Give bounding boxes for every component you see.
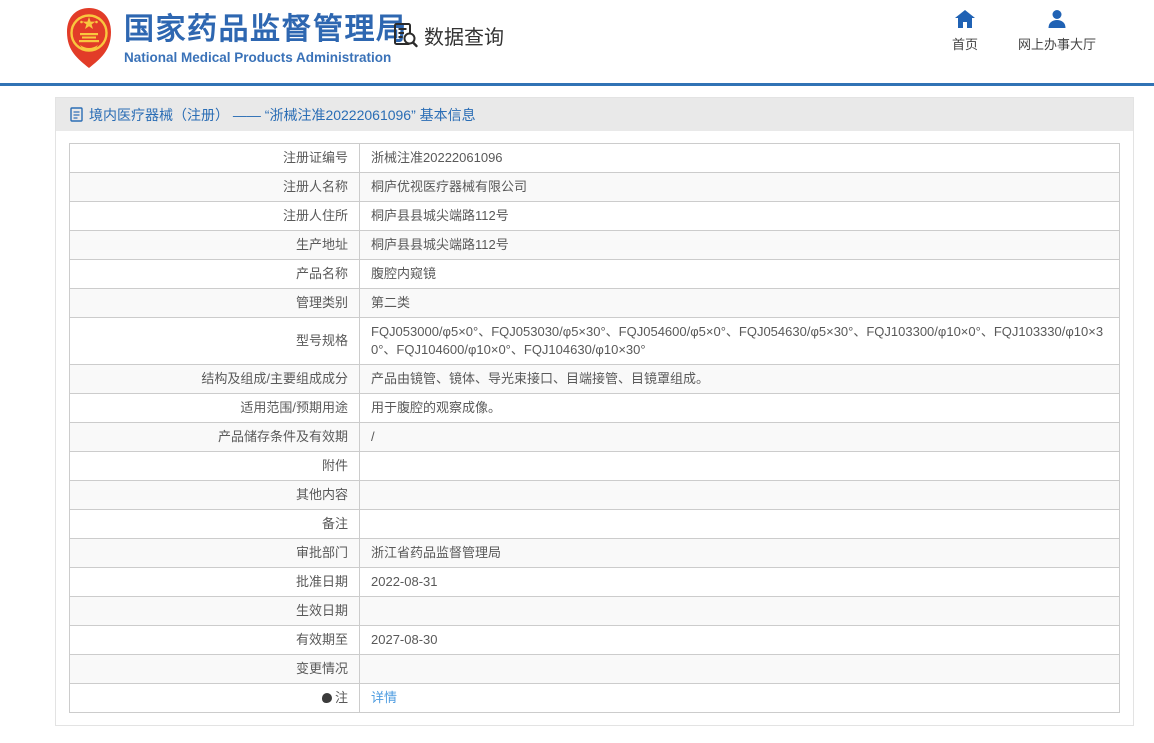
table-row: 变更情况 bbox=[69, 654, 1120, 684]
org-name-en: National Medical Products Administration bbox=[124, 50, 392, 65]
row-label: 批准日期 bbox=[69, 567, 360, 597]
row-label: 注册人住所 bbox=[69, 201, 360, 231]
document-icon bbox=[70, 107, 83, 122]
row-value: FQJ053000/φ5×0°、FQJ053030/φ5×30°、FQJ0546… bbox=[359, 317, 1120, 365]
header-nav: 首页 网上办事大厅 bbox=[952, 9, 1096, 53]
table-row: 批准日期 2022-08-31 bbox=[69, 567, 1120, 597]
table-row: 有效期至 2027-08-30 bbox=[69, 625, 1120, 655]
detail-link[interactable]: 详情 bbox=[371, 690, 397, 705]
table-row: 注册人住所 桐庐县县城尖端路112号 bbox=[69, 201, 1120, 231]
row-label: 审批部门 bbox=[69, 538, 360, 568]
row-label: 附件 bbox=[69, 451, 360, 481]
registration-card: 境内医疗器械（注册） —— “浙械注准20222061096” 基本信息 注册证… bbox=[55, 97, 1134, 726]
row-value: 桐庐优视医疗器械有限公司 bbox=[359, 172, 1120, 202]
row-value: 桐庐县县城尖端路112号 bbox=[359, 201, 1120, 231]
row-label: 注册人名称 bbox=[69, 172, 360, 202]
info-table-body: 注册证编号 浙械注准20222061096 注册人名称 桐庐优视医疗器械有限公司 注册人… bbox=[69, 143, 1120, 713]
user-icon bbox=[1048, 10, 1066, 28]
table-row: 产品名称 腹腔内窥镜 bbox=[69, 259, 1120, 289]
table-row: 产品储存条件及有效期 / bbox=[69, 422, 1120, 452]
table-row: 注册人名称 桐庐优视医疗器械有限公司 bbox=[69, 172, 1120, 202]
row-value: 详情 bbox=[359, 683, 1120, 713]
row-label: 备注 bbox=[69, 509, 360, 539]
row-value: 腹腔内窥镜 bbox=[359, 259, 1120, 289]
table-row: 备注 bbox=[69, 509, 1120, 539]
page-title: 境内医疗器械（注册） —— “浙械注准20222061096” 基本信息 bbox=[89, 106, 476, 123]
row-value bbox=[359, 596, 1120, 626]
row-value: 桐庐县县城尖端路112号 bbox=[359, 230, 1120, 260]
info-table: 注册证编号 浙械注准20222061096 注册人名称 桐庐优视医疗器械有限公司 注册人… bbox=[69, 143, 1120, 713]
table-row: 生产地址 桐庐县县城尖端路112号 bbox=[69, 230, 1120, 260]
nav-online-hall[interactable]: 网上办事大厅 bbox=[1018, 9, 1096, 53]
row-value: / bbox=[359, 422, 1120, 452]
row-label: 结构及组成/主要组成成分 bbox=[69, 364, 360, 394]
row-label: 其他内容 bbox=[69, 480, 360, 510]
info-table-wrap: 注册证编号 浙械注准20222061096 注册人名称 桐庐优视医疗器械有限公司 注册人… bbox=[69, 143, 1120, 713]
table-row: 其他内容 bbox=[69, 480, 1120, 510]
row-value: 第二类 bbox=[359, 288, 1120, 318]
org-name-zh: 国家药品监督管理局 bbox=[124, 13, 408, 46]
row-label: 适用范围/预期用途 bbox=[69, 393, 360, 423]
main-content: 境内医疗器械（注册） —— “浙械注准20222061096” 基本信息 注册证… bbox=[0, 86, 1154, 726]
row-value bbox=[359, 509, 1120, 539]
table-row: 管理类别 第二类 bbox=[69, 288, 1120, 318]
row-value: 2022-08-31 bbox=[359, 567, 1120, 597]
national-emblem-logo bbox=[67, 8, 111, 68]
row-label: 型号规格 bbox=[69, 317, 360, 365]
home-icon bbox=[954, 10, 975, 28]
table-row: 注详情 bbox=[69, 683, 1120, 713]
table-row: 注册证编号 浙械注准20222061096 bbox=[69, 143, 1120, 173]
row-value bbox=[359, 654, 1120, 684]
row-value bbox=[359, 451, 1120, 481]
table-row: 适用范围/预期用途 用于腹腔的观察成像。 bbox=[69, 393, 1120, 423]
data-query-icon bbox=[394, 23, 418, 48]
row-label: 变更情况 bbox=[69, 654, 360, 684]
table-row: 结构及组成/主要组成成分 产品由镜管、镜体、导光束接口、目端接管、目镜罩组成。 bbox=[69, 364, 1120, 394]
row-label: 生效日期 bbox=[69, 596, 360, 626]
note-balloon-icon bbox=[321, 693, 332, 703]
nav-home-label: 首页 bbox=[951, 37, 978, 52]
table-row: 审批部门 浙江省药品监督管理局 bbox=[69, 538, 1120, 568]
row-label: 注册证编号 bbox=[69, 143, 360, 173]
table-row: 生效日期 bbox=[69, 596, 1120, 626]
brand-titles: 国家药品监督管理局 National Medical Products Admi… bbox=[124, 13, 408, 65]
data-query-menu[interactable]: 数据查询 bbox=[392, 21, 504, 50]
row-value: 产品由镜管、镜体、导光束接口、目端接管、目镜罩组成。 bbox=[359, 364, 1120, 394]
site-header: 国家药品监督管理局 National Medical Products Admi… bbox=[0, 0, 1154, 86]
row-value: 浙械注准20222061096 bbox=[359, 143, 1120, 173]
row-value: 2027-08-30 bbox=[359, 625, 1120, 655]
table-row: 附件 bbox=[69, 451, 1120, 481]
data-query-label: 数据查询 bbox=[424, 27, 504, 49]
row-label: 有效期至 bbox=[69, 625, 360, 655]
row-value bbox=[359, 480, 1120, 510]
row-label: 注 bbox=[69, 683, 360, 713]
nav-online-hall-label: 网上办事大厅 bbox=[1017, 37, 1096, 52]
row-value: 用于腹腔的观察成像。 bbox=[359, 393, 1120, 423]
nav-home[interactable]: 首页 bbox=[952, 9, 978, 53]
card-title-bar: 境内医疗器械（注册） —— “浙械注准20222061096” 基本信息 bbox=[56, 98, 1133, 131]
row-value: 浙江省药品监督管理局 bbox=[359, 538, 1120, 568]
row-label: 产品储存条件及有效期 bbox=[69, 422, 360, 452]
table-row: 型号规格 FQJ053000/φ5×0°、FQJ053030/φ5×30°、FQJ… bbox=[69, 317, 1120, 365]
row-label: 生产地址 bbox=[69, 230, 360, 260]
row-label: 管理类别 bbox=[69, 288, 360, 318]
row-label: 产品名称 bbox=[69, 259, 360, 289]
